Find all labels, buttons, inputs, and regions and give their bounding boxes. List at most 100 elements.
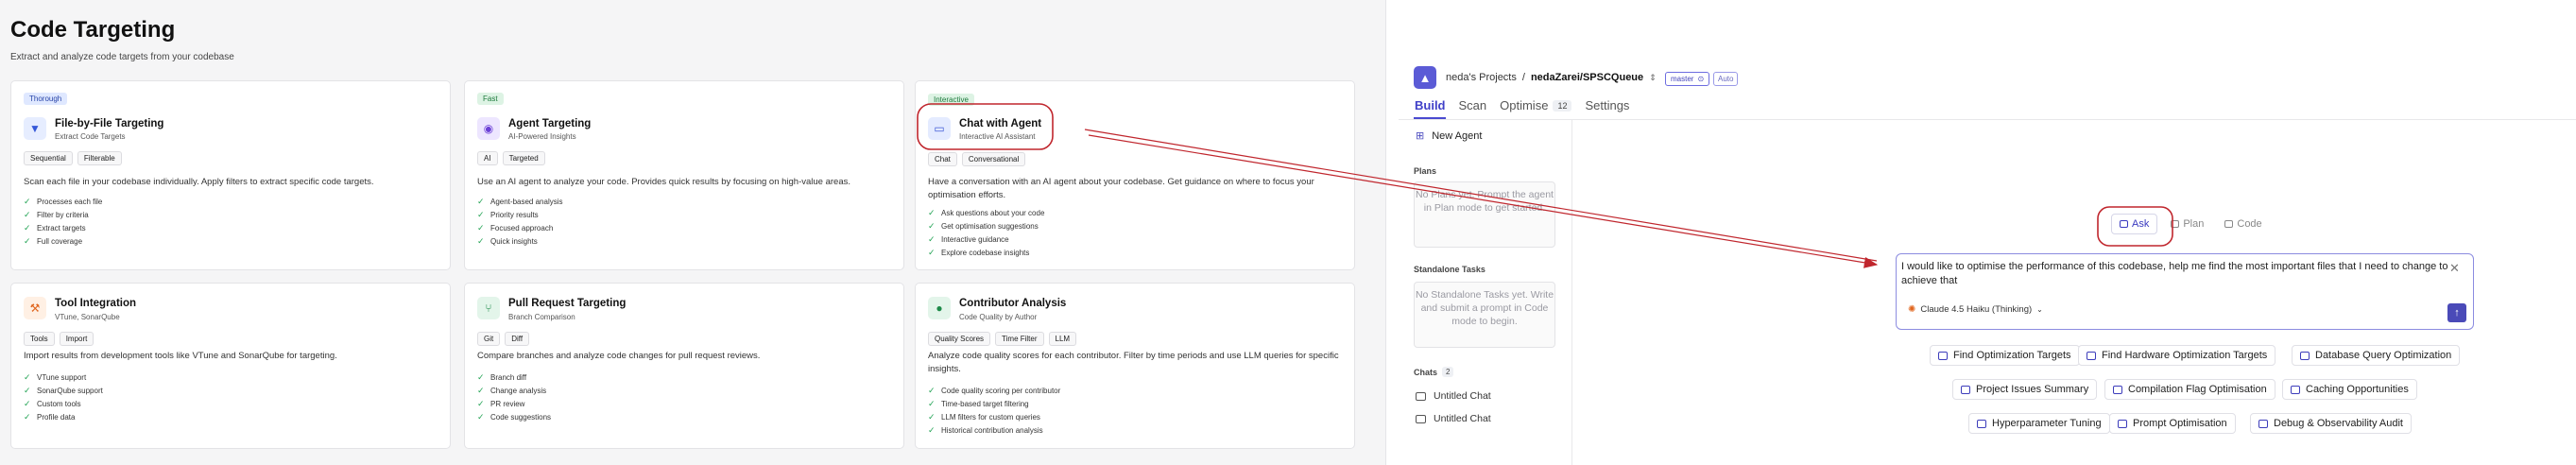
prompt-text[interactable]: I would like to optimise the performance… [1901, 260, 2449, 288]
check-icon: ✓ [477, 209, 485, 219]
list-item: ✓ Processes each file [24, 196, 103, 206]
card-file-by-file[interactable]: Thorough ▼ File-by-File Targeting Extrac… [10, 80, 451, 270]
suggestion-button[interactable]: Database Query Optimization [2292, 345, 2461, 366]
suggestion-button[interactable]: Find Hardware Optimization Targets [2078, 345, 2276, 366]
chat-icon [2120, 220, 2128, 228]
tab-settings[interactable]: Settings [1585, 98, 1629, 112]
list-item: ✓ Code suggestions [477, 411, 552, 422]
breadcrumb-repo[interactable]: nedaZarei/SPSCQueue [1531, 72, 1643, 83]
chat-icon [1961, 385, 1970, 394]
card-pull-request-targeting[interactable]: ⑂ Pull Request Targeting Branch Comparis… [464, 283, 904, 449]
check-icon: ✓ [928, 233, 936, 244]
mode-plan-button[interactable]: Plan [2163, 215, 2211, 233]
feature-list: ✓ Branch diff ✓ Change analysis ✓ PR review… [477, 370, 551, 423]
check-icon: ✓ [928, 424, 936, 435]
check-icon: ✓ [477, 222, 485, 232]
card-subtitle: AI-Powered Insights [508, 132, 576, 141]
list-item: ✓ Ask questions about your code [928, 207, 1045, 217]
suggestion-button[interactable]: Hyperparameter Tuning [1968, 413, 2110, 434]
branch-icon: ⊙ [1697, 75, 1705, 83]
tab-build[interactable]: Build [1415, 98, 1446, 112]
tab-count-badge: 12 [1553, 99, 1572, 112]
mode-ask-button[interactable]: Ask [2111, 214, 2158, 234]
list-item: ✓ PR review [477, 398, 525, 408]
check-icon: ✓ [477, 385, 485, 395]
chip: AI [477, 151, 498, 165]
suggestion-button[interactable]: Find Optimization Targets [1930, 345, 2080, 366]
page-subtitle: Extract and analyze code targets from yo… [10, 52, 234, 62]
card-title: Pull Request Targeting [508, 298, 627, 309]
check-icon: ✓ [928, 247, 936, 257]
list-item: ✓ VTune support [24, 371, 87, 382]
branch-selector[interactable]: master ⊙ [1665, 72, 1710, 86]
check-icon: ✓ [928, 411, 936, 422]
check-icon: ✓ [24, 222, 31, 232]
suggestion-button[interactable]: Project Issues Summary [1952, 379, 2098, 400]
chat-icon: ▭ [928, 117, 951, 140]
model-selector[interactable]: ✺ Claude 4.5 Haiku (Thinking) ⌄ [1908, 304, 2043, 315]
suggestion-button[interactable]: Prompt Optimisation [2109, 413, 2236, 434]
check-icon: ✓ [24, 398, 31, 408]
card-chips: Chat Conversational [928, 152, 1026, 166]
list-item: ✓ Focused approach [477, 222, 554, 232]
chip: Time Filter [995, 332, 1044, 346]
list-item: ✓ SonarQube support [24, 385, 103, 395]
chat-item[interactable]: Untitled Chat [1416, 413, 1491, 424]
check-icon: ✓ [928, 207, 936, 217]
suggestion-button[interactable]: Caching Opportunities [2282, 379, 2417, 400]
card-chips: Quality Scores Time Filter LLM [928, 332, 1077, 346]
list-item: ✓ Change analysis [477, 385, 547, 395]
chevron-updown-icon[interactable]: ⇕ [1649, 73, 1657, 83]
tab-optimise[interactable]: Optimise 12 [1500, 98, 1572, 112]
git-branch-icon: ⑂ [477, 297, 500, 319]
feature-list: ✓ Code quality scoring per contributor ✓ T… [928, 384, 1060, 437]
suggestion-button[interactable]: Compilation Flag Optimisation [2104, 379, 2275, 400]
card-agent-targeting[interactable]: Fast ◉ Agent Targeting AI-Powered Insigh… [464, 80, 904, 270]
feature-list: ✓ Ask questions about your code ✓ Get opti… [928, 206, 1044, 259]
tabs-divider [1399, 119, 2576, 120]
branch-mode-badge[interactable]: Auto [1713, 72, 1739, 86]
card-tool-integration[interactable]: ⚒ Tool Integration VTune, SonarQube Tool… [10, 283, 451, 449]
chat-item[interactable]: Untitled Chat [1416, 390, 1491, 402]
suggestion-button[interactable]: Debug & Observability Audit [2250, 413, 2412, 434]
card-title: File-by-File Targeting [55, 118, 164, 129]
list-item: ✓ Interactive guidance [928, 233, 1009, 244]
card-subtitle: Interactive AI Assistant [959, 132, 1036, 141]
card-tag: Interactive [928, 94, 974, 106]
chip: Diff [505, 332, 530, 346]
close-icon[interactable]: ✕ [2449, 261, 2460, 276]
chip: Filterable [77, 151, 122, 165]
card-chat-with-agent[interactable]: Interactive ▭ Chat with Agent Interactiv… [915, 80, 1355, 270]
mode-code-button[interactable]: Code [2217, 215, 2269, 233]
breadcrumb: neda's Projects / nedaZarei/SPSCQueue ⇕ [1446, 72, 1657, 83]
breadcrumb-owner[interactable]: neda's Projects [1446, 72, 1517, 83]
send-button[interactable]: ↑ [2447, 303, 2466, 322]
list-item: ✓ Get optimisation suggestions [928, 220, 1039, 231]
card-contributor-analysis[interactable]: ● Contributor Analysis Code Quality by A… [915, 283, 1355, 449]
check-icon: ✓ [477, 398, 485, 408]
chat-icon [1416, 414, 1426, 423]
chat-icon [2087, 351, 2096, 360]
breadcrumb-separator: / [1521, 72, 1525, 83]
list-item: ✓ Extract targets [24, 222, 86, 232]
plan-icon [2171, 220, 2180, 228]
card-chips: Git Diff [477, 332, 530, 346]
chip: Git [477, 332, 501, 346]
project-logo-icon: ▲ [1414, 66, 1436, 89]
card-title: Tool Integration [55, 298, 137, 309]
plans-label: Plans [1414, 166, 1437, 176]
chat-icon [2291, 385, 2300, 394]
list-item: ✓ Full coverage [24, 235, 83, 246]
new-agent-button[interactable]: ⊞ New Agent [1416, 129, 1482, 143]
tab-scan[interactable]: Scan [1459, 98, 1487, 112]
sidebar-divider [1571, 120, 1572, 465]
check-icon: ✓ [477, 371, 485, 382]
check-icon: ✓ [477, 196, 485, 206]
check-icon: ✓ [24, 235, 31, 246]
card-subtitle: Extract Code Targets [55, 132, 126, 141]
chip: Conversational [961, 152, 1026, 166]
list-item: ✓ Historical contribution analysis [928, 424, 1043, 435]
card-description: Scan each file in your codebase individu… [24, 177, 374, 187]
standalone-tasks-label: Standalone Tasks [1414, 265, 1485, 274]
chat-icon [2113, 385, 2122, 394]
